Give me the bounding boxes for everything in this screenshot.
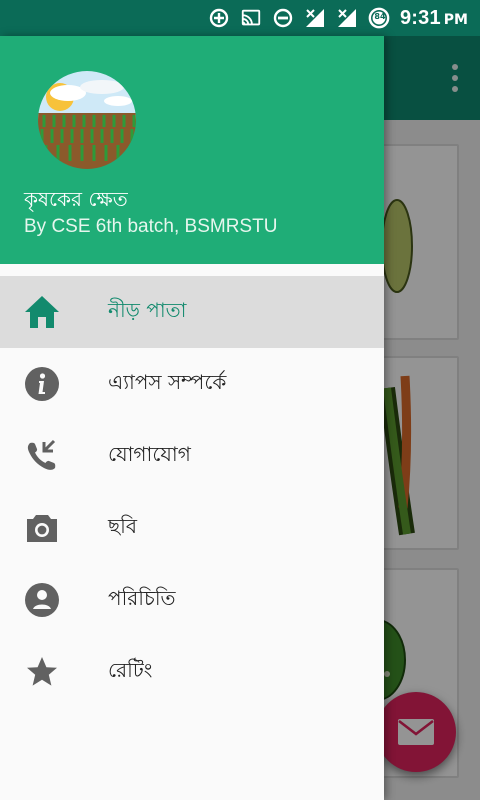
do-not-disturb-icon [272,7,294,29]
account-circle-icon [22,580,62,620]
data-saver-icon [208,7,230,29]
drawer-menu: নীড় পাতা এ্যাপস সম্পর্কে যোগাযোগ ছবি পর… [0,276,384,708]
menu-label-about-app: এ্যাপস সম্পর্কে [108,369,227,394]
signal-no-data-icon [304,7,326,29]
menu-item-contact[interactable]: যোগাযোগ [0,420,384,492]
info-icon [22,364,62,404]
menu-item-photos[interactable]: ছবি [0,492,384,564]
drawer-header: কৃষকের ক্ষেত By CSE 6th batch, BSMRSTU [0,36,384,264]
menu-label-contact: যোগাযোগ [108,441,191,466]
status-icons: 84 9:31 PM [208,0,468,36]
battery-level: 84 [374,12,386,21]
cast-icon [240,7,262,29]
signal-no-data-icon-2 [336,7,358,29]
menu-item-introduction[interactable]: পরিচিতি [0,564,384,636]
navigation-drawer: কৃষকের ক্ষেত By CSE 6th batch, BSMRSTU ন… [0,36,384,800]
menu-label-introduction: পরিচিতি [108,585,176,610]
star-icon [22,652,62,692]
clock-ampm: PM [443,11,468,28]
menu-label-home: নীড় পাতা [108,297,187,322]
menu-item-rating[interactable]: রেটিং [0,636,384,708]
menu-label-photos: ছবি [108,513,137,538]
menu-item-about-app[interactable]: এ্যাপস সম্পর্কে [0,348,384,420]
menu-item-home[interactable]: নীড় পাতা [0,276,384,348]
battery-charging-icon: 84 [368,7,390,29]
clock: 9:31 PM [400,7,468,30]
menu-label-rating: রেটিং [108,657,153,682]
app-logo-avatar [38,71,136,169]
status-bar: 84 9:31 PM [0,0,480,36]
clock-time: 9:31 [399,6,441,29]
camera-icon [22,508,62,548]
app-subtitle: By CSE 6th batch, BSMRSTU [24,216,278,237]
phone-forwarded-icon [22,436,62,476]
home-icon [22,292,62,332]
app-name: কৃষকের ক্ষেত [24,187,128,211]
